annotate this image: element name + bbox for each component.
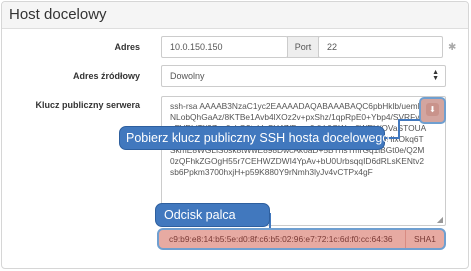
callout-connector [398,119,420,121]
fetch-key-callout: Pobierz klucz publiczny SSH hosta docelo… [119,126,389,150]
fingerprint-callout: Odcisk palca [155,203,270,227]
asterisk-icon: ✱ [448,42,457,53]
download-key-icon: ⬇ [426,103,439,116]
port-label: Port [287,36,319,58]
fingerprint-field: c9:b9:e8:14:b5:5e:d0:8f:c6:b5:02:96:e7:7… [157,228,446,250]
public-key-label: Klucz publiczny serwera [35,100,140,110]
port-input[interactable]: 22 [318,36,443,58]
address-label: Adres [114,42,140,52]
resize-grip-icon[interactable]: ◢ [437,215,443,224]
address-value: 10.0.150.150 [170,42,223,52]
panel-header: Host docelowy [2,2,468,29]
source-address-select[interactable]: Dowolny ▲ ▼ [161,65,446,87]
port-value: 22 [327,42,338,52]
callout-connector [398,119,400,139]
fingerprint-value: c9:b9:e8:14:b5:5e:d0:8f:c6:b5:02:96:e7:7… [169,234,393,244]
address-input[interactable]: 10.0.150.150 [161,36,288,58]
source-address-value: Dowolny [170,71,205,81]
fingerprint-algorithm: SHA1 [405,230,444,248]
select-arrows-icon: ▲ ▼ [432,69,439,82]
panel-title: Host docelowy [9,6,107,23]
source-address-label: Adres źródłowy [72,71,140,81]
fetch-key-button[interactable]: ⬇ [419,97,446,124]
